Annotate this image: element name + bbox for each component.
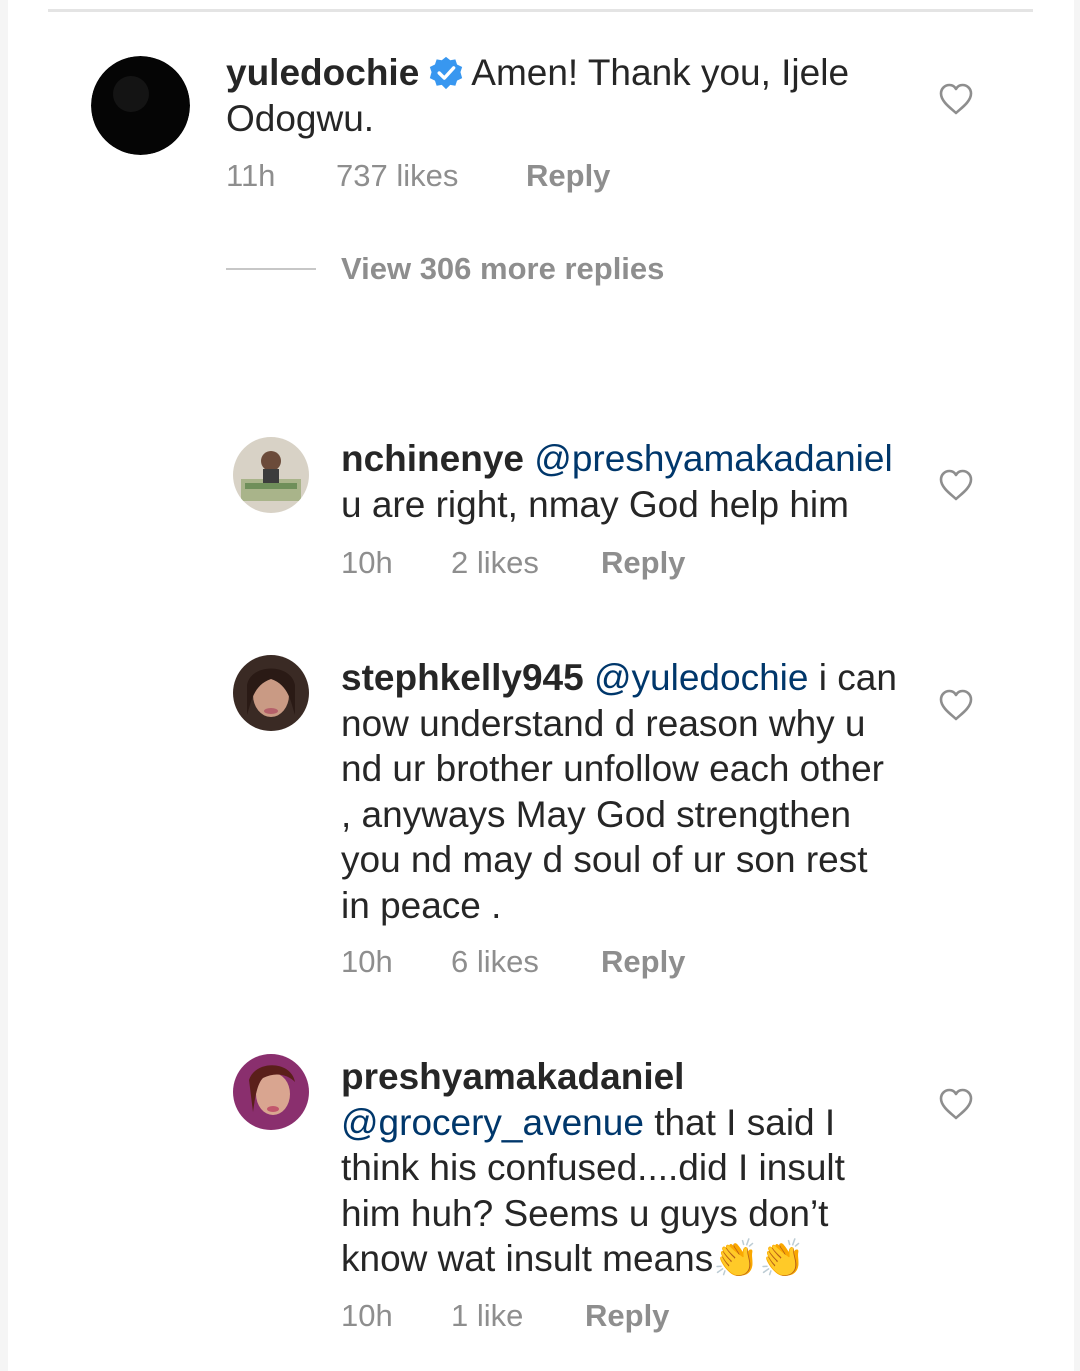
reply-button[interactable]: Reply [601, 944, 685, 980]
heart-outline-icon[interactable] [938, 1087, 974, 1121]
reply-button[interactable]: Reply [526, 158, 610, 194]
avatar[interactable] [233, 1054, 309, 1130]
comment-text: u are right, nmay God help him [341, 483, 849, 525]
avatar-photo-icon [233, 1054, 309, 1130]
reply-button[interactable]: Reply [585, 1298, 669, 1334]
comment-likes[interactable]: 2 likes [451, 545, 539, 581]
comment-time: 10h [341, 545, 393, 580]
heart-outline-icon[interactable] [938, 688, 974, 722]
comment-mention[interactable]: @preshyamakadaniel [534, 438, 892, 479]
comment-username[interactable]: preshyamakadaniel [341, 1056, 684, 1097]
comment-body: yuledochie Amen! Thank you, Ijele Odogwu… [226, 50, 886, 141]
comments-panel: yuledochie Amen! Thank you, Ijele Odogwu… [8, 0, 1074, 1371]
view-replies-label[interactable]: View 306 more replies [341, 251, 664, 287]
comment-username[interactable]: stephkelly945 [341, 657, 584, 698]
comment-username[interactable]: yuledochie [226, 52, 419, 93]
comment-time: 10h [341, 944, 393, 979]
heart-outline-icon[interactable] [938, 82, 974, 116]
replies-divider [226, 268, 316, 270]
avatar[interactable] [233, 655, 309, 731]
comment-mention[interactable]: @grocery_avenue [341, 1102, 644, 1143]
comment-likes[interactable]: 1 like [451, 1298, 523, 1334]
comment-time: 10h [341, 1298, 393, 1333]
avatar-dark-icon [91, 56, 190, 155]
reply-button[interactable]: Reply [601, 545, 685, 581]
heart-outline-icon[interactable] [938, 468, 974, 502]
verified-badge-icon [430, 56, 463, 90]
comment-body: nchinenye @preshyamakadaniel u are right… [341, 436, 921, 527]
avatar[interactable] [233, 437, 309, 513]
comment-username[interactable]: nchinenye [341, 438, 524, 479]
comment-body: stephkelly945 @yuledochie i can now unde… [341, 655, 901, 928]
comment-mention[interactable]: @yuledochie [594, 657, 808, 698]
avatar[interactable] [91, 56, 190, 155]
avatar-photo-icon [233, 655, 309, 731]
divider [48, 9, 1033, 12]
comment-body: preshyamakadaniel @grocery_avenue that I… [341, 1054, 897, 1282]
avatar-photo-icon [233, 437, 309, 513]
comment-time: 11h [226, 158, 276, 193]
comment-likes[interactable]: 737 likes [336, 158, 458, 194]
comment-likes[interactable]: 6 likes [451, 944, 539, 980]
clapping-hands-emoji: 👏👏 [713, 1238, 806, 1279]
